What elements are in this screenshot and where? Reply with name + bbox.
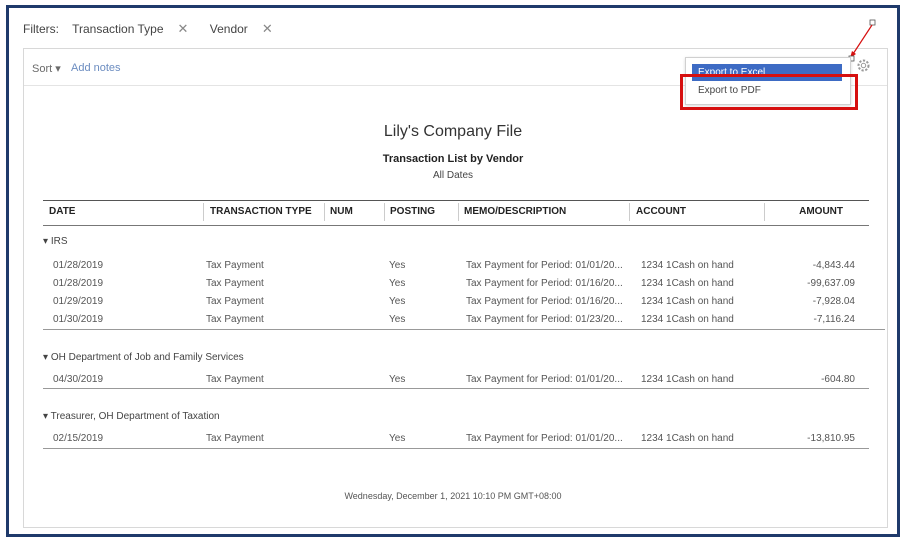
column-header-posting[interactable]: POSTING — [390, 206, 435, 217]
cell-account: 1234 1Cash on hand — [641, 314, 734, 325]
column-header-amount[interactable]: AMOUNT — [799, 206, 843, 217]
cell-date: 01/28/2019 — [53, 260, 104, 271]
column-header-date[interactable]: DATE — [49, 206, 75, 217]
cell-date: 02/15/2019 — [53, 433, 104, 444]
cell-account: 1234 1Cash on hand — [641, 296, 734, 307]
cell-account: 1234 1Cash on hand — [641, 278, 734, 289]
column-divider — [458, 203, 459, 221]
cell-posting: Yes — [389, 374, 406, 385]
group-name: OH Department of Job and Family Services — [50, 352, 244, 363]
group-name: IRS — [50, 236, 68, 247]
column-divider — [203, 203, 204, 221]
cell-type[interactable]: Tax Payment — [206, 374, 264, 385]
cell-posting: Yes — [389, 260, 406, 271]
divider — [43, 448, 869, 449]
cell-account: 1234 1Cash on hand — [641, 260, 734, 271]
cell-amount: -7,928.04 — [812, 296, 855, 307]
filter-chip-label: Transaction Type — [72, 22, 164, 36]
column-header-transaction-type[interactable]: TRANSACTION TYPE — [210, 206, 312, 217]
cell-type[interactable]: Tax Payment — [206, 278, 264, 289]
report-title: Transaction List by Vendor — [382, 153, 524, 165]
cell-memo: Tax Payment for Period: 01/01/20... — [466, 433, 623, 444]
cell-type[interactable]: Tax Payment — [206, 433, 264, 444]
cell-posting: Yes — [389, 296, 406, 307]
cell-amount: -604.80 — [821, 374, 855, 385]
chevron-down-icon: ▾ — [43, 411, 49, 422]
cell-account: 1234 1Cash on hand — [641, 374, 734, 385]
report-panel: Sort ▾ Add notes — [23, 48, 888, 528]
divider — [43, 329, 885, 330]
report-footer-timestamp: Wednesday, December 1, 2021 10:10 PM GMT… — [344, 491, 562, 501]
sort-label: Sort — [32, 63, 53, 75]
group-header-irs[interactable]: ▾ IRS — [43, 236, 67, 247]
filters-label: Filters: — [23, 22, 59, 36]
group-name: Treasurer, OH Department of Taxation — [50, 411, 220, 422]
cell-amount: -13,810.95 — [807, 433, 855, 444]
column-divider — [324, 203, 325, 221]
group-header-oh-taxation[interactable]: ▾ Treasurer, OH Department of Taxation — [43, 411, 220, 422]
highlight-box — [680, 74, 858, 110]
sort-button[interactable]: Sort ▾ — [32, 62, 61, 75]
cell-date: 01/30/2019 — [53, 314, 104, 325]
cell-posting: Yes — [389, 314, 406, 325]
column-header-num[interactable]: NUM — [330, 206, 353, 217]
chevron-down-icon: ▾ — [43, 352, 49, 363]
cell-amount: -4,843.44 — [812, 260, 855, 271]
chevron-down-icon: ▾ — [55, 63, 61, 75]
column-divider — [764, 203, 765, 221]
cell-amount: -99,637.09 — [807, 278, 855, 289]
report-date-range: All Dates — [432, 170, 473, 181]
cell-posting: Yes — [389, 433, 406, 444]
cell-type[interactable]: Tax Payment — [206, 314, 264, 325]
cell-memo: Tax Payment for Period: 01/23/20... — [466, 314, 623, 325]
cell-date: 04/30/2019 — [53, 374, 104, 385]
filter-chip-label: Vendor — [209, 22, 248, 36]
report-window: Filters: Transaction Type ✕ Vendor ✕ Sort … — [6, 5, 900, 537]
cell-date: 01/28/2019 — [53, 278, 104, 289]
column-divider — [629, 203, 630, 221]
cell-memo: Tax Payment for Period: 01/01/20... — [466, 260, 623, 271]
table-header: DATE TRANSACTION TYPE NUM POSTING MEMO/D… — [43, 200, 869, 226]
cell-memo: Tax Payment for Period: 01/16/20... — [466, 278, 623, 289]
cell-date: 01/29/2019 — [53, 296, 104, 307]
group-header-oh-job-family[interactable]: ▾ OH Department of Job and Family Servic… — [43, 352, 244, 363]
filter-chip-transaction-type[interactable]: Transaction Type ✕ — [72, 21, 198, 36]
filter-bar: Filters: Transaction Type ✕ Vendor ✕ — [23, 21, 291, 37]
add-notes-link[interactable]: Add notes — [71, 62, 121, 74]
cell-type[interactable]: Tax Payment — [206, 296, 264, 307]
column-header-memo[interactable]: MEMO/DESCRIPTION — [464, 206, 566, 217]
column-divider — [384, 203, 385, 221]
column-header-account[interactable]: ACCOUNT — [636, 206, 686, 217]
chevron-down-icon: ▾ — [43, 236, 49, 247]
company-name: Lily's Company File — [383, 123, 523, 140]
cell-posting: Yes — [389, 278, 406, 289]
cell-account: 1234 1Cash on hand — [641, 433, 734, 444]
cell-amount: -7,116.24 — [813, 314, 855, 325]
close-icon[interactable]: ✕ — [178, 21, 189, 36]
close-icon[interactable]: ✕ — [262, 21, 273, 36]
cell-memo: Tax Payment for Period: 01/01/20... — [466, 374, 623, 385]
cell-type[interactable]: Tax Payment — [206, 260, 264, 271]
filter-chip-vendor[interactable]: Vendor ✕ — [209, 21, 283, 36]
divider — [43, 388, 869, 389]
cell-memo: Tax Payment for Period: 01/16/20... — [466, 296, 623, 307]
